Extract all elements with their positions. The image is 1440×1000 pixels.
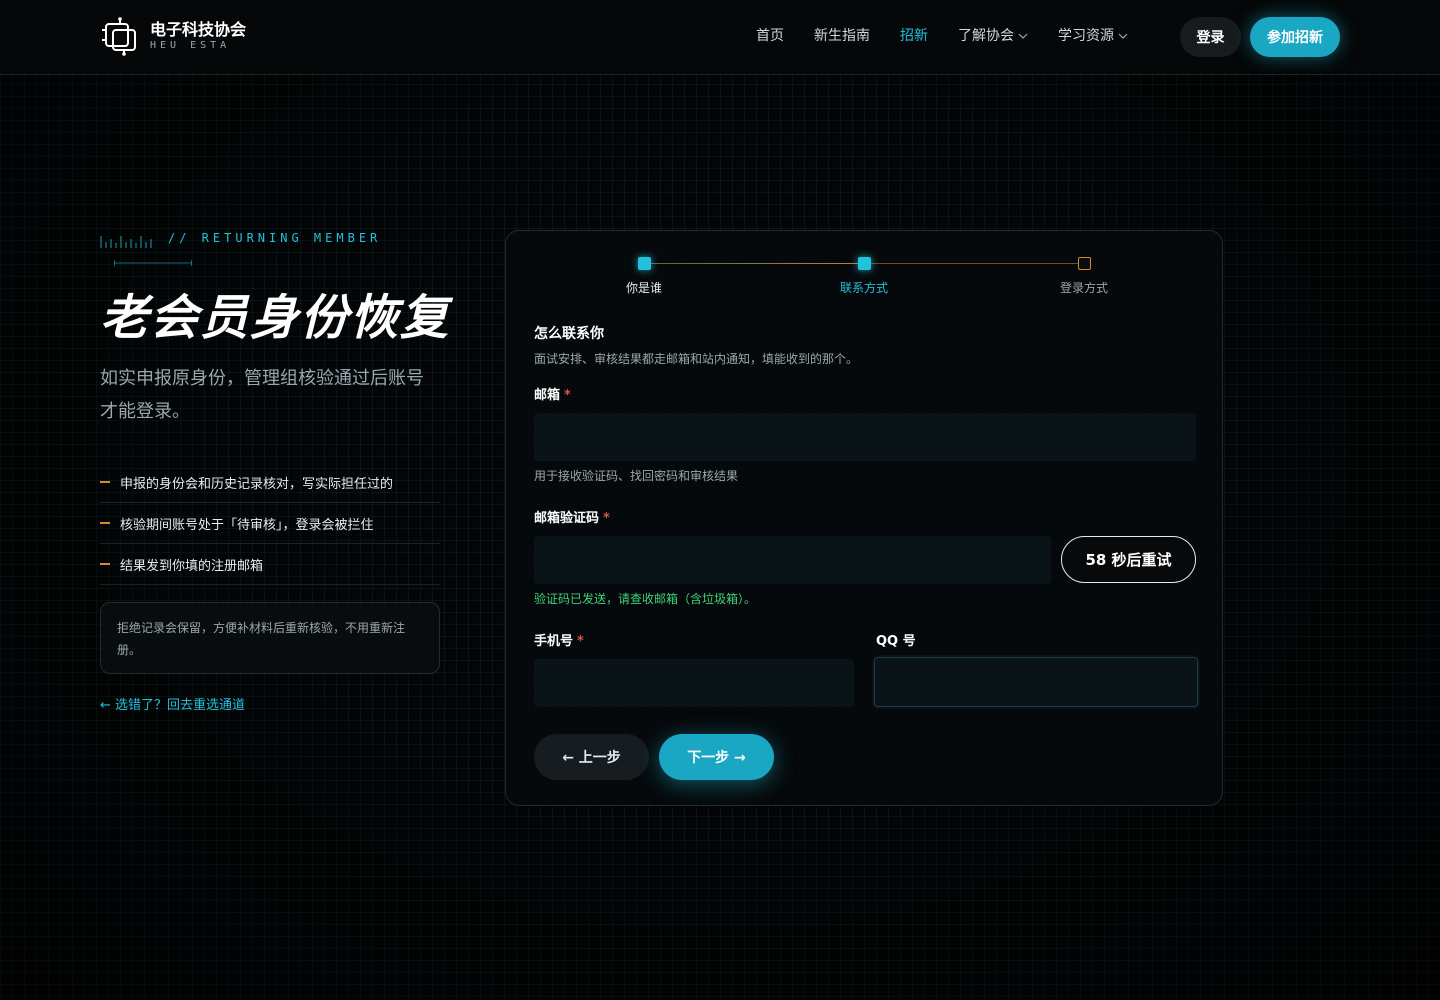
phone-label: 手机号 * [534,630,584,649]
list-item: 结果发到你填的注册邮箱 [100,544,440,585]
list-item-text: 结果发到你填的注册邮箱 [120,558,264,574]
login-button[interactable]: 登录 [1180,17,1241,57]
nav-link-label: 了解协会 [958,28,1014,44]
chevron-down-icon [1118,33,1128,39]
chevron-down-icon [1018,33,1028,39]
required-mark: * [564,388,571,403]
page-title: 老会员身份恢复 [100,290,451,346]
join-recruitment-button[interactable]: 参加招新 [1250,17,1340,57]
code-sent-hint: 验证码已发送，请查收邮箱（含垃圾箱）。 [534,592,757,606]
step-dot-current [858,257,871,270]
qq-label: QQ 号 [876,634,916,649]
list-item-text: 核验期间账号处于「待审核」，登录会被拦住 [120,517,374,533]
nav-link-resources[interactable]: 学习资源 [1058,26,1128,46]
dash-icon [100,563,110,565]
email-label-text: 邮箱 [534,388,561,403]
step-label-contact: 联系方式 [839,281,888,295]
ruler-ticks-icon [100,236,152,248]
eyebrow-text: // RETURNING MEMBER [168,231,382,245]
nav-link-label: 首页 [756,28,784,44]
info-list: 申报的身份会和历史记录核对，写实际担任过的 核验期间账号处于「待审核」，登录会被… [100,462,440,585]
form-card: 你是谁 联系方式 登录方式 怎么联系你 面试安排、审核结果都走邮箱和站内通知，填… [505,230,1223,806]
step-dot-todo [1078,257,1091,270]
nav-links: 首页 新生指南 招新 了解协会 学习资源 [756,26,1158,46]
qq-field[interactable] [874,657,1198,707]
required-mark: * [577,634,584,649]
note-box: 拒绝记录会保留，方便补材料后重新核验，不用重新注册。 [100,602,440,674]
nav-link-label: 招新 [900,28,928,44]
dash-icon [100,522,110,524]
step-connector [871,263,1084,264]
dash-icon [100,481,110,483]
nav-link-label: 新生指南 [814,28,870,44]
code-label: 邮箱验证码 * [534,507,610,526]
circuit-logo-icon [102,17,136,56]
verification-code-field[interactable] [534,536,1051,584]
step-connector [651,263,864,264]
phone-label-text: 手机号 [534,634,574,649]
step-label-login-method: 登录方式 [1059,281,1108,295]
top-navbar: 电子科技协会 HEU ESTA 首页 新生指南 招新 了解协会 学习资源 登录 … [0,0,1440,75]
list-item: 申报的身份会和历史记录核对，写实际担任过的 [100,462,440,503]
nav-link-freshman-guide[interactable]: 新生指南 [814,26,870,46]
nav-link-about[interactable]: 了解协会 [958,26,1028,46]
eyebrow-underline [114,260,192,266]
nav-link-recruitment[interactable]: 招新 [900,26,928,46]
logo-title: 电子科技协会 [150,20,247,39]
section-title: 怎么联系你 [534,326,604,342]
stepper: 你是谁 联系方式 登录方式 [506,231,1224,311]
list-item: 核验期间账号处于「待审核」，登录会被拦住 [100,503,440,544]
section-subtitle: 面试安排、审核结果都走邮箱和站内通知，填能收到的那个。 [534,352,859,366]
previous-step-button[interactable]: ← 上一步 [534,734,649,780]
code-label-text: 邮箱验证码 [534,511,600,526]
nav-link-label: 学习资源 [1058,28,1114,44]
email-label: 邮箱 * [534,384,571,403]
logo-subtitle: HEU ESTA [150,40,231,51]
logo[interactable]: 电子科技协会 HEU ESTA [100,16,246,56]
nav-link-home[interactable]: 首页 [756,26,784,46]
resend-code-button[interactable]: 58 秒后重试 [1061,536,1196,583]
back-to-channel-link[interactable]: ← 选错了？回去重选通道 [100,694,245,713]
step-label-who: 你是谁 [625,281,662,295]
page-description: 如实申报原身份，管理组核验通过后账号才能登录。 [100,368,424,422]
phone-field[interactable] [534,659,854,707]
required-mark: * [603,511,610,526]
email-hint: 用于接收验证码、找回密码和审核结果 [534,469,739,483]
step-dot-done [638,257,651,270]
next-step-button[interactable]: 下一步 → [659,734,774,780]
list-item-text: 申报的身份会和历史记录核对，写实际担任过的 [120,476,394,492]
email-field[interactable] [534,413,1196,461]
